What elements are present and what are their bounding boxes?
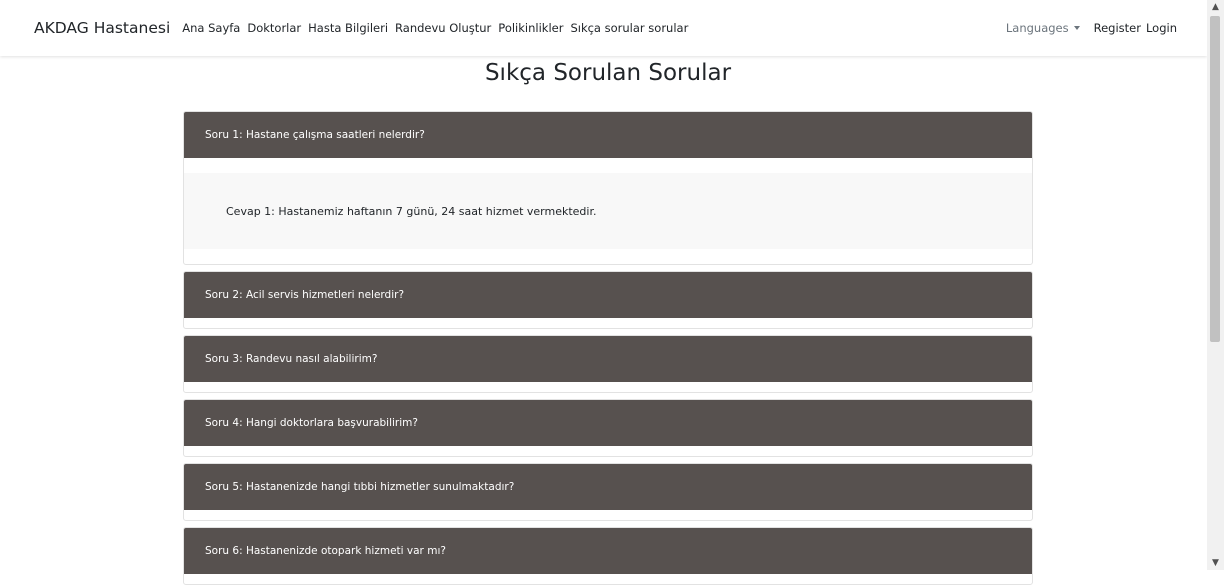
faq-question-header[interactable]: Soru 5: Hastanenizde hangi tıbbi hizmetl… xyxy=(184,464,1032,510)
faq-item: Soru 2: Acil servis hizmetleri nelerdir? xyxy=(183,271,1033,329)
nav-link-doktorlar[interactable]: Doktorlar xyxy=(247,21,301,35)
faq-item: Soru 5: Hastanenizde hangi tıbbi hizmetl… xyxy=(183,463,1033,521)
faq-question-header[interactable]: Soru 3: Randevu nasıl alabilirim? xyxy=(184,336,1032,382)
faq-item: Soru 6: Hastanenizde otopark hizmeti var… xyxy=(183,527,1033,585)
top-navbar: AKDAG Hastanesi Ana Sayfa Doktorlar Hast… xyxy=(0,0,1207,56)
scroll-down-arrow-icon[interactable]: ▼ xyxy=(1207,556,1224,570)
languages-dropdown[interactable]: Languages xyxy=(1006,21,1080,35)
register-link[interactable]: Register xyxy=(1094,21,1141,35)
faq-accordion: Soru 1: Hastane çalışma saatleri nelerdi… xyxy=(183,111,1033,585)
scroll-up-arrow-icon[interactable]: ▲ xyxy=(1207,0,1224,14)
nav-right: Languages Register Login xyxy=(1006,21,1207,35)
scrollbar-thumb[interactable] xyxy=(1210,16,1220,342)
caret-down-icon xyxy=(1073,26,1080,30)
login-link[interactable]: Login xyxy=(1146,21,1177,35)
nav-link-randevu-olustur[interactable]: Randevu Oluştur xyxy=(395,21,491,35)
faq-question-header[interactable]: Soru 2: Acil servis hizmetleri nelerdir? xyxy=(184,272,1032,318)
brand-logo[interactable]: AKDAG Hastanesi xyxy=(34,19,170,37)
nav-links: Ana Sayfa Doktorlar Hasta Bilgileri Rand… xyxy=(182,21,695,35)
nav-link-sikca-sorular[interactable]: Sıkça sorular sorular xyxy=(570,21,688,35)
languages-label: Languages xyxy=(1005,21,1069,35)
faq-answer: Cevap 1: Hastanemiz haftanın 7 günü, 24 … xyxy=(184,173,1032,249)
faq-question-header[interactable]: Soru 4: Hangi doktorlara başvurabilirim? xyxy=(184,400,1032,446)
nav-link-polikinlikler[interactable]: Polikinlikler xyxy=(498,21,563,35)
faq-item: Soru 4: Hangi doktorlara başvurabilirim? xyxy=(183,399,1033,457)
nav-link-ana-sayfa[interactable]: Ana Sayfa xyxy=(182,21,240,35)
faq-question-header[interactable]: Soru 6: Hastanenizde otopark hizmeti var… xyxy=(184,528,1032,574)
nav-link-hasta-bilgileri[interactable]: Hasta Bilgileri xyxy=(308,21,388,35)
page-title: Sıkça Sorulan Sorular xyxy=(484,60,732,86)
faq-item: Soru 3: Randevu nasıl alabilirim? xyxy=(183,335,1033,393)
faq-item: Soru 1: Hastane çalışma saatleri nelerdi… xyxy=(183,111,1033,265)
vertical-scrollbar[interactable]: ▲ ▼ xyxy=(1207,0,1224,570)
faq-question-header[interactable]: Soru 1: Hastane çalışma saatleri nelerdi… xyxy=(184,112,1032,158)
